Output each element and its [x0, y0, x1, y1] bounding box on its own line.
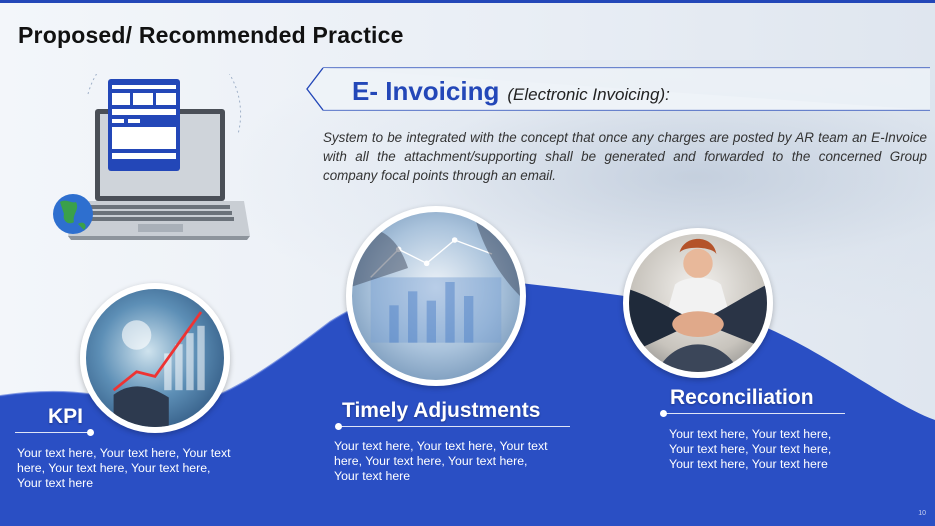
kpi-chart-illustration	[112, 311, 205, 427]
team-hands-photo	[623, 228, 773, 378]
team-hands-illustration	[629, 238, 767, 372]
meeting-illustration	[352, 212, 520, 343]
einvoice-title: E- Invoicing	[352, 76, 500, 106]
kpi-underline	[15, 432, 90, 433]
section-body-reconciliation: Your text here, Your text here, Your tex…	[669, 427, 832, 471]
section-title-kpi: KPI	[48, 405, 84, 428]
section-title-reconciliation: Reconciliation	[670, 386, 814, 409]
kpi-photo	[80, 283, 230, 433]
section-title-timely-adjustments: Timely Adjustments	[342, 399, 541, 422]
recon-underline	[665, 413, 845, 414]
slide-title: Proposed/ Recommended Practice	[18, 22, 404, 48]
meeting-photo	[346, 206, 526, 386]
einvoice-description: System to be integrated with the concept…	[323, 130, 927, 183]
section-body-timely-adjustments: Your text here, Your text here, Your tex…	[334, 439, 548, 483]
page-number: 10	[918, 510, 926, 517]
slide: Proposed/ Recommended Practice E- Invoic…	[0, 0, 935, 526]
laptop-invoice-icon	[53, 74, 250, 240]
section-body-kpi: Your text here, Your text here, Your tex…	[17, 446, 231, 490]
einvoice-subtitle: (Electronic Invoicing):	[507, 85, 670, 104]
einvoice-heading: E- Invoicing (Electronic Invoicing):	[352, 76, 670, 107]
timely-underline	[340, 426, 570, 427]
